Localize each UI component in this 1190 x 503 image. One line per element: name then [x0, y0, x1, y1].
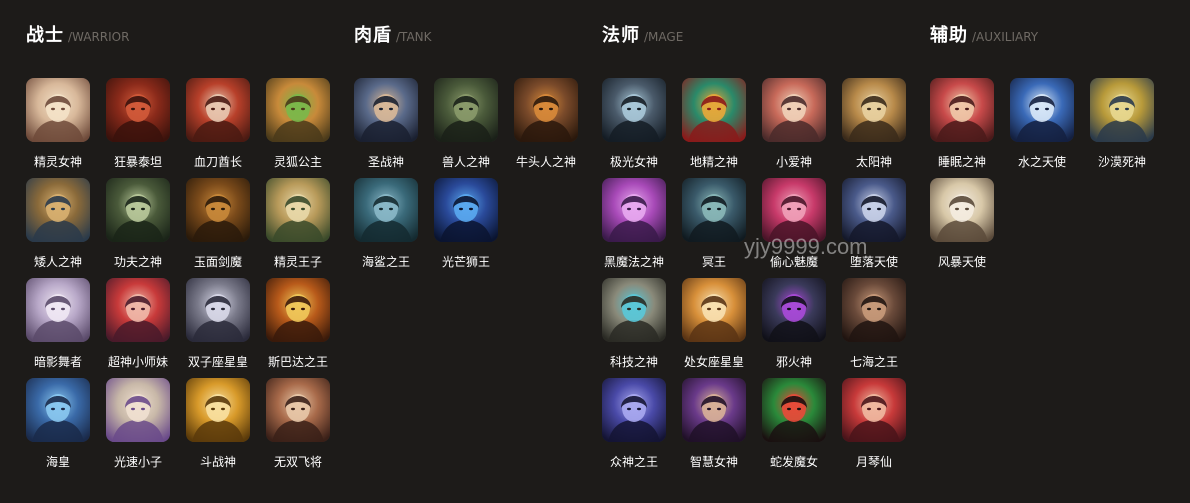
- hero-portrait[interactable]: [762, 178, 826, 242]
- hero-name[interactable]: 堕落天使: [834, 254, 914, 270]
- hero-name[interactable]: 处女座星皇: [674, 354, 754, 370]
- group-title: 战士: [26, 25, 64, 46]
- hero-name[interactable]: 冥王: [674, 254, 754, 270]
- hero-portrait[interactable]: [106, 378, 170, 442]
- hero-portrait[interactable]: [762, 78, 826, 142]
- hero-name[interactable]: 偷心魅魔: [754, 254, 834, 270]
- hero-name[interactable]: 灵狐公主: [258, 154, 338, 170]
- hero-portrait[interactable]: [602, 178, 666, 242]
- hero-portrait[interactable]: [26, 178, 90, 242]
- hero-name[interactable]: 睡眠之神: [922, 154, 1002, 170]
- hero-portrait[interactable]: [1010, 78, 1074, 142]
- hero-portrait[interactable]: [186, 178, 250, 242]
- hero-name[interactable]: 蛇发魔女: [754, 454, 834, 470]
- hero-name[interactable]: 风暴天使: [922, 254, 1002, 270]
- hero-portrait[interactable]: [930, 78, 994, 142]
- hero-portrait[interactable]: [762, 378, 826, 442]
- hero-name[interactable]: 圣战神: [346, 154, 426, 170]
- hero-portrait[interactable]: [26, 378, 90, 442]
- hero-portrait[interactable]: [26, 278, 90, 342]
- hero-name[interactable]: 水之天使: [1002, 154, 1082, 170]
- hero-name[interactable]: 兽人之神: [426, 154, 506, 170]
- hero-name[interactable]: 矮人之神: [18, 254, 98, 270]
- hero-portrait[interactable]: [354, 178, 418, 242]
- hero-portrait[interactable]: [842, 278, 906, 342]
- hero-portrait[interactable]: [266, 378, 330, 442]
- hero-catalog-page: 战士/WARRIOR 精灵女神 狂暴泰坦 血刀酋长 灵狐公主 矮人之神 功夫之神…: [0, 0, 1190, 503]
- hero-portrait[interactable]: [26, 78, 90, 142]
- hero-portrait[interactable]: [842, 178, 906, 242]
- group-subtitle: /WARRIOR: [68, 30, 130, 44]
- hero-name[interactable]: 七海之王: [834, 354, 914, 370]
- hero-name[interactable]: 斯巴达之王: [258, 354, 338, 370]
- group-title: 辅助: [930, 25, 968, 46]
- hero-name[interactable]: 斗战神: [178, 454, 258, 470]
- hero-portrait[interactable]: [106, 78, 170, 142]
- hero-name[interactable]: 狂暴泰坦: [98, 154, 178, 170]
- hero-name[interactable]: 牛头人之神: [506, 154, 586, 170]
- hero-portrait[interactable]: [266, 278, 330, 342]
- hero-portrait[interactable]: [930, 178, 994, 242]
- group-subtitle: /AUXILIARY: [972, 30, 1039, 44]
- hero-name[interactable]: 双子座星皇: [178, 354, 258, 370]
- hero-name[interactable]: 邪火神: [754, 354, 834, 370]
- hero-portrait[interactable]: [842, 78, 906, 142]
- hero-portrait[interactable]: [514, 78, 578, 142]
- hero-portrait[interactable]: [434, 78, 498, 142]
- hero-portrait[interactable]: [186, 378, 250, 442]
- hero-name[interactable]: 血刀酋长: [178, 154, 258, 170]
- hero-portrait[interactable]: [602, 378, 666, 442]
- hero-portrait[interactable]: [186, 78, 250, 142]
- hero-name[interactable]: 极光女神: [594, 154, 674, 170]
- hero-portrait[interactable]: [602, 278, 666, 342]
- group-title: 法师: [602, 25, 640, 46]
- hero-portrait[interactable]: [354, 78, 418, 142]
- hero-name[interactable]: 精灵王子: [258, 254, 338, 270]
- hero-name[interactable]: 科技之神: [594, 354, 674, 370]
- hero-name[interactable]: 太阳神: [834, 154, 914, 170]
- hero-name[interactable]: 智慧女神: [674, 454, 754, 470]
- hero-portrait[interactable]: [602, 78, 666, 142]
- group-title: 肉盾: [354, 25, 392, 46]
- hero-name[interactable]: 海皇: [18, 454, 98, 470]
- group-subtitle: /MAGE: [644, 30, 684, 44]
- hero-portrait[interactable]: [186, 278, 250, 342]
- hero-portrait[interactable]: [434, 178, 498, 242]
- hero-portrait[interactable]: [266, 178, 330, 242]
- hero-portrait[interactable]: [842, 378, 906, 442]
- group-header: 辅助/AUXILIARY: [930, 24, 1038, 49]
- hero-name[interactable]: 沙漠死神: [1082, 154, 1162, 170]
- hero-name[interactable]: 地精之神: [674, 154, 754, 170]
- hero-portrait[interactable]: [266, 78, 330, 142]
- hero-name[interactable]: 无双飞将: [258, 454, 338, 470]
- hero-name[interactable]: 功夫之神: [98, 254, 178, 270]
- group-subtitle: /TANK: [396, 30, 432, 44]
- hero-name[interactable]: 海鲨之王: [346, 254, 426, 270]
- hero-name[interactable]: 超神小师妹: [98, 354, 178, 370]
- group-header: 战士/WARRIOR: [26, 24, 129, 49]
- group-header: 法师/MAGE: [602, 24, 683, 49]
- hero-name[interactable]: 光速小子: [98, 454, 178, 470]
- hero-portrait[interactable]: [682, 278, 746, 342]
- hero-portrait[interactable]: [682, 378, 746, 442]
- hero-name[interactable]: 玉面剑魔: [178, 254, 258, 270]
- group-header: 肉盾/TANK: [354, 24, 432, 49]
- hero-name[interactable]: 暗影舞者: [18, 354, 98, 370]
- hero-portrait[interactable]: [682, 78, 746, 142]
- hero-name[interactable]: 众神之王: [594, 454, 674, 470]
- hero-name[interactable]: 黑魔法之神: [594, 254, 674, 270]
- hero-portrait[interactable]: [762, 278, 826, 342]
- hero-name[interactable]: 精灵女神: [18, 154, 98, 170]
- hero-portrait[interactable]: [106, 278, 170, 342]
- hero-portrait[interactable]: [106, 178, 170, 242]
- hero-portrait[interactable]: [682, 178, 746, 242]
- hero-portrait[interactable]: [1090, 78, 1154, 142]
- hero-name[interactable]: 月琴仙: [834, 454, 914, 470]
- hero-name[interactable]: 小爱神: [754, 154, 834, 170]
- hero-name[interactable]: 光芒狮王: [426, 254, 506, 270]
